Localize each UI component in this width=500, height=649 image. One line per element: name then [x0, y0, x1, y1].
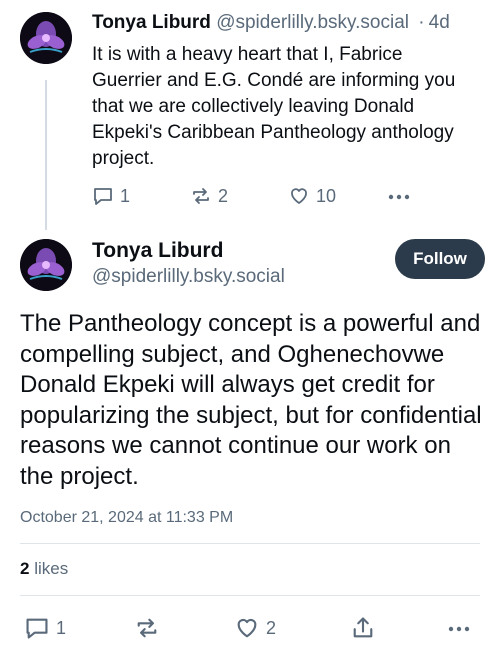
share-icon: [353, 617, 373, 638]
more-button[interactable]: [386, 185, 412, 207]
repost-icon: [137, 618, 157, 638]
repost-button[interactable]: 2: [190, 185, 228, 207]
like-count: 10: [316, 185, 337, 206]
post-timestamp[interactable]: October 21, 2024 at 11:33 PM: [20, 509, 233, 527]
like-count: 2: [266, 617, 277, 638]
post-age[interactable]: 4d: [429, 12, 450, 33]
like-button[interactable]: 10: [288, 185, 336, 207]
post-text: It is with a heavy heart that I, Fabrice…: [92, 44, 456, 169]
post-header: Tonya Liburd @spiderlilly.bsky.social · 4…: [92, 12, 450, 34]
repost-button[interactable]: [134, 615, 160, 641]
author-name[interactable]: Tonya Liburd: [92, 12, 211, 33]
reply-button[interactable]: 1: [92, 185, 130, 207]
repost-icon: [193, 188, 209, 204]
separator: ·: [418, 12, 425, 33]
more-icon: [388, 194, 410, 200]
post-text: The Pantheology concept is a powerful an…: [20, 310, 482, 490]
thread-line: [45, 80, 47, 230]
likes-summary[interactable]: 2 likes: [20, 559, 68, 579]
reply-count: 1: [120, 185, 131, 206]
author-name[interactable]: Tonya Liburd: [92, 239, 223, 263]
avatar[interactable]: [20, 12, 72, 64]
reply-button[interactable]: 1: [24, 615, 66, 641]
reply-icon: [94, 188, 112, 205]
like-icon: [291, 188, 307, 204]
author-handle[interactable]: @spiderlilly.bsky.social: [216, 12, 409, 33]
divider: [20, 595, 480, 596]
reply-count: 1: [56, 617, 67, 638]
divider: [20, 543, 480, 544]
more-button[interactable]: [446, 615, 472, 641]
avatar[interactable]: [20, 239, 72, 291]
like-button[interactable]: 2: [234, 615, 276, 641]
more-icon: [448, 626, 470, 632]
author-handle[interactable]: @spiderlilly.bsky.social: [92, 266, 285, 288]
likes-label: likes: [34, 559, 69, 578]
likes-count: 2: [20, 559, 30, 578]
repost-count: 2: [218, 185, 229, 206]
reply-icon: [26, 618, 48, 639]
follow-button[interactable]: Follow: [395, 239, 485, 279]
like-icon: [237, 618, 257, 638]
share-button[interactable]: [350, 615, 376, 641]
